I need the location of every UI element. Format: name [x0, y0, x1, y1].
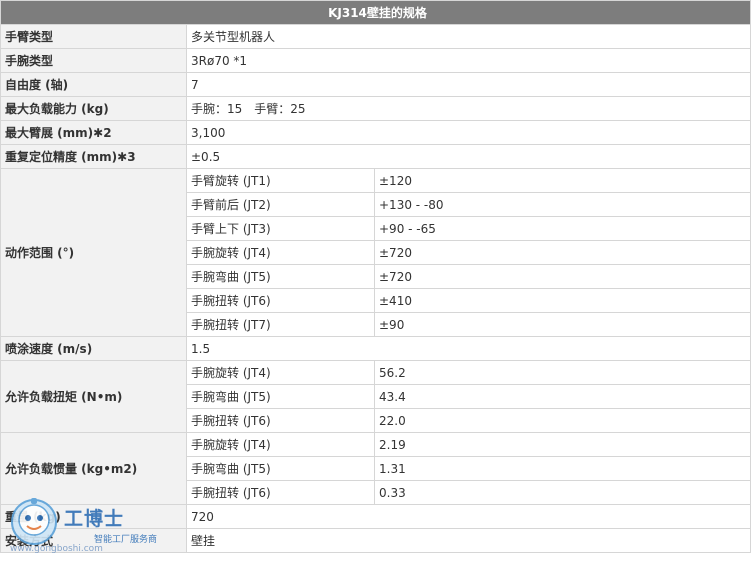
- axis-name: 手腕旋转 (JT4): [186, 360, 375, 385]
- axis-value: +90 - -65: [374, 216, 751, 241]
- row-value: 1.5: [186, 336, 751, 361]
- axis-name: 手腕扭转 (JT6): [186, 480, 375, 505]
- row-label: 手臂类型: [0, 24, 187, 49]
- axis-value: 22.0: [374, 408, 751, 433]
- axis-name: 手腕扭转 (JT7): [186, 312, 375, 337]
- row-label: 喷涂速度 (m/s): [0, 336, 187, 361]
- table-row: 喷涂速度 (m/s) 1.5: [0, 336, 751, 361]
- axis-name: 手腕弯曲 (JT5): [186, 456, 375, 481]
- axis-name: 手腕扭转 (JT6): [186, 408, 375, 433]
- table-row: 手腕类型 3Rø70 *1: [0, 48, 751, 73]
- row-label: 最大臂展 (mm)✱2: [0, 120, 187, 145]
- table-row: 最大臂展 (mm)✱2 3,100: [0, 120, 751, 145]
- table-row: 允许负载惯量 (kg•m2) 手腕旋转 (JT4) 2.19: [0, 432, 751, 505]
- axis-value: 43.4: [374, 384, 751, 409]
- title-row: KJ314壁挂的规格: [0, 0, 751, 25]
- table-row: 重量 (kg) 720: [0, 504, 751, 529]
- table-row: 自由度 (轴) 7: [0, 72, 751, 97]
- axis-value: ±720: [374, 240, 751, 265]
- table-row: 最大负载能力 (kg) 手腕：15 手臂：25: [0, 96, 751, 121]
- row-value: ±0.5: [186, 144, 751, 169]
- row-label: 重复定位精度 (mm)✱3: [0, 144, 187, 169]
- table-row: 手臂类型 多关节型机器人: [0, 24, 751, 49]
- table-row: 安装方式 壁挂: [0, 528, 751, 553]
- spec-table: KJ314壁挂的规格 手臂类型 多关节型机器人 手腕类型 3Rø70 *1 自由…: [0, 0, 751, 553]
- axis-name: 手臂前后 (JT2): [186, 192, 375, 217]
- row-label: 自由度 (轴): [0, 72, 187, 97]
- axis-name: 手腕扭转 (JT6): [186, 288, 375, 313]
- row-value: 3,100: [186, 120, 751, 145]
- table-row: 动作范围 (°) 手臂旋转 (JT1) ±120: [0, 168, 751, 337]
- group-label-torque: 允许负载扭矩 (N•m): [0, 360, 187, 433]
- row-value: 7: [186, 72, 751, 97]
- axis-value: ±410: [374, 288, 751, 313]
- group-label-motion-range: 动作范围 (°): [0, 168, 187, 337]
- axis-name: 手腕弯曲 (JT5): [186, 264, 375, 289]
- axis-value: 0.33: [374, 480, 751, 505]
- axis-value: 2.19: [374, 432, 751, 457]
- row-value: 多关节型机器人: [186, 24, 751, 49]
- row-value: 3Rø70 *1: [186, 48, 751, 73]
- table-title: KJ314壁挂的规格: [0, 0, 751, 25]
- axis-value: ±120: [374, 168, 751, 193]
- table-row: 允许负载扭矩 (N•m) 手腕旋转 (JT4) 56.2: [0, 360, 751, 433]
- axis-value: 56.2: [374, 360, 751, 385]
- axis-value: 1.31: [374, 456, 751, 481]
- row-label: 手腕类型: [0, 48, 187, 73]
- axis-name: 手腕旋转 (JT4): [186, 432, 375, 457]
- row-value: 壁挂: [186, 528, 751, 553]
- axis-value: ±720: [374, 264, 751, 289]
- axis-value: +130 - -80: [374, 192, 751, 217]
- axis-value: ±90: [374, 312, 751, 337]
- row-label: 最大负载能力 (kg): [0, 96, 187, 121]
- row-value: 手腕：15 手臂：25: [186, 96, 751, 121]
- axis-name: 手腕弯曲 (JT5): [186, 384, 375, 409]
- row-label: 安装方式: [0, 528, 187, 553]
- row-label: 重量 (kg): [0, 504, 187, 529]
- group-label-inertia: 允许负载惯量 (kg•m2): [0, 432, 187, 505]
- axis-name: 手臂上下 (JT3): [186, 216, 375, 241]
- table-row: 重复定位精度 (mm)✱3 ±0.5: [0, 144, 751, 169]
- row-value: 720: [186, 504, 751, 529]
- axis-name: 手腕旋转 (JT4): [186, 240, 375, 265]
- axis-name: 手臂旋转 (JT1): [186, 168, 375, 193]
